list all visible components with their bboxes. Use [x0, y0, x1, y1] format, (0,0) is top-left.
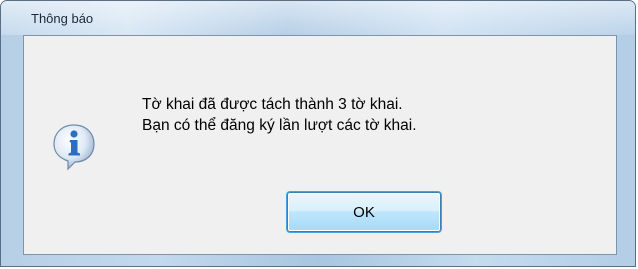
message-text: Tờ khai đã được tách thành 3 tờ khai. Bạ…: [142, 94, 417, 136]
window-title: Thông báo: [31, 11, 94, 26]
information-icon: [52, 123, 96, 171]
ok-button[interactable]: OK: [287, 192, 441, 232]
title-bar[interactable]: Thông báo: [1, 1, 635, 35]
dialog-window: Thông báo Tờ khai đã được tách thành 3 t…: [0, 0, 636, 267]
dialog-content: Tờ khai đã được tách thành 3 tờ khai. Bạ…: [23, 35, 617, 255]
message-line-2: Bạn có thể đăng ký lần lượt các tờ khai.: [142, 117, 417, 134]
message-line-1: Tờ khai đã được tách thành 3 tờ khai.: [142, 96, 403, 113]
